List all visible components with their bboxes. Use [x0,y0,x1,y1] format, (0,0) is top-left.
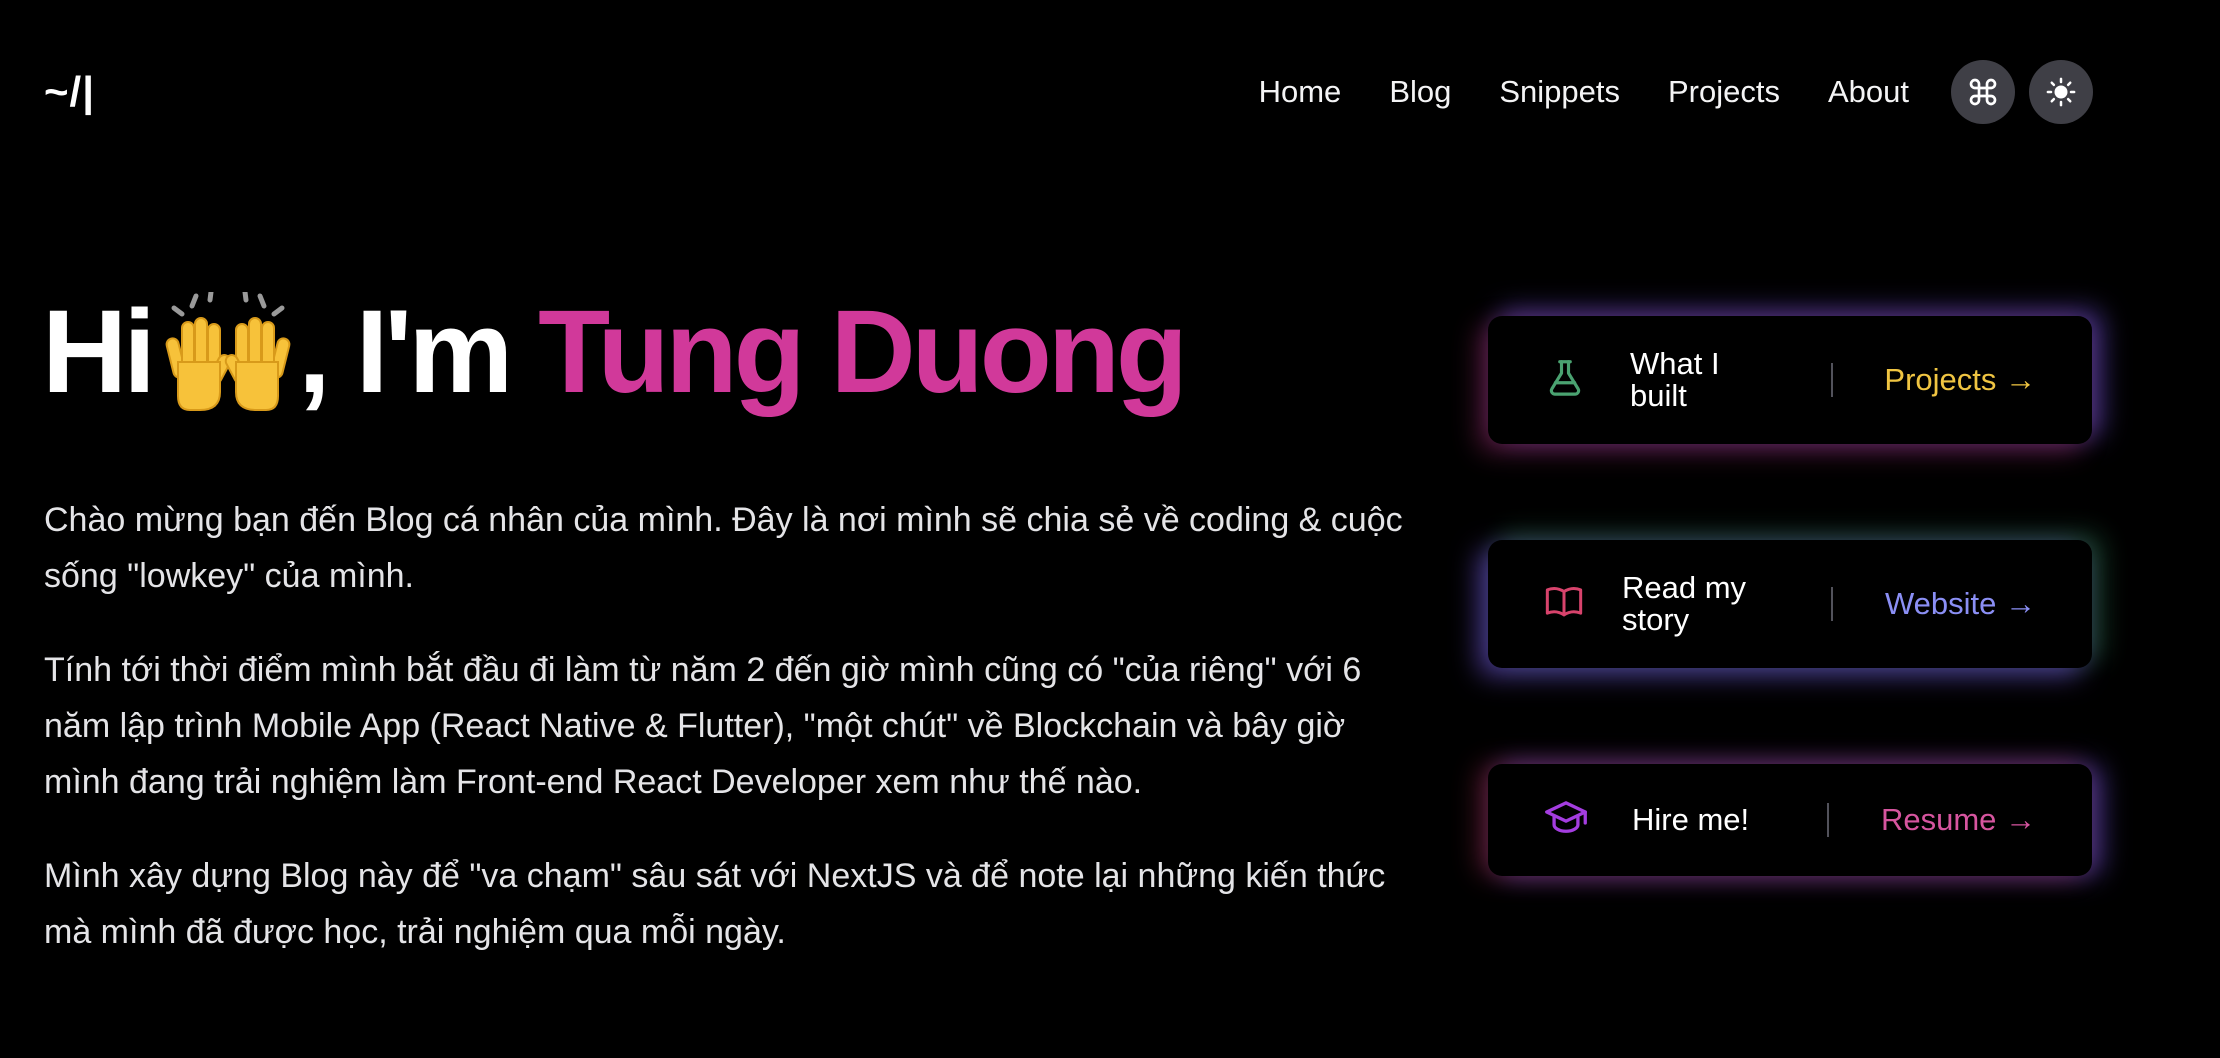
website-link[interactable]: Website → [1885,586,2036,622]
card-divider [1827,803,1829,837]
intro-paragraph: Mình xây dựng Blog này để "va chạm" sâu … [44,857,1386,951]
card-label: Read my story [1622,570,1747,637]
hero-name: Tung Duong [538,286,1188,418]
flask-icon [1544,357,1586,404]
sun-icon [2046,77,2076,107]
hero-heading: Hi , I'm Tung Duong [42,282,1188,442]
intro-paragraph: Tính tới thời điểm mình bắt đầu đi làm t… [44,651,1362,801]
site-logo[interactable]: ~/| [44,68,95,116]
resume-link[interactable]: Resume → [1881,802,2036,838]
command-icon [1969,78,1997,106]
projects-card[interactable]: What I built Projects → [1488,316,2092,444]
intro-paragraph: Chào mừng bạn đến Blog cá nhân của mình.… [44,501,1403,595]
story-card[interactable]: Read my story Website → [1488,540,2092,668]
page: ~/| Home Blog Snippets Projects About Hi… [0,0,2220,1058]
theme-toggle-button[interactable] [2029,60,2093,124]
nav-about[interactable]: About [1828,74,1909,110]
hero-greeting: Hi [42,286,156,418]
graduation-cap-icon [1544,796,1588,845]
card-divider [1831,587,1833,621]
hire-card[interactable]: Hire me! Resume → [1488,764,2092,876]
main-nav: Home Blog Snippets Projects About [1259,60,2093,124]
raising-hands-icon [164,289,292,442]
book-icon [1544,582,1584,627]
nav-snippets[interactable]: Snippets [1499,74,1620,110]
hero-intro: , I'm [298,286,539,418]
nav-blog[interactable]: Blog [1389,74,1451,110]
card-label: What I built [1630,346,1720,413]
nav-home[interactable]: Home [1259,74,1342,110]
nav-projects[interactable]: Projects [1668,74,1780,110]
projects-link[interactable]: Projects → [1884,362,2036,398]
intro-text: Chào mừng bạn đến Blog cá nhân của mình.… [44,492,1404,998]
command-palette-button[interactable] [1951,60,2015,124]
card-divider [1831,363,1833,397]
card-label: Hire me! [1632,802,1750,837]
